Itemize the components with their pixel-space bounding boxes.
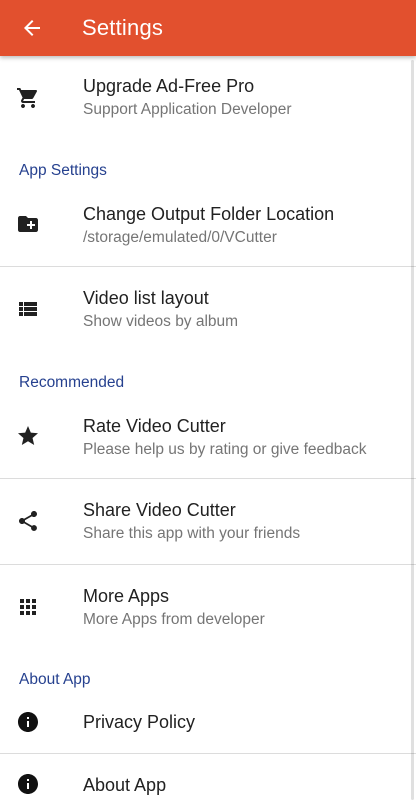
view-list-icon (16, 297, 40, 321)
upgrade-title: Upgrade Ad-Free Pro (83, 76, 255, 96)
info-icon (16, 772, 40, 796)
upgrade-pro-item[interactable]: Upgrade Ad-Free Pro Support Application … (0, 56, 416, 156)
rate-app-item[interactable]: Rate Video Cutter Please help us by rati… (0, 396, 416, 478)
video-list-layout-title: Video list layout (83, 288, 209, 308)
info-icon (16, 710, 40, 734)
output-folder-path: /storage/emulated/0/VCutter (83, 229, 277, 246)
section-header-app-settings: App Settings (19, 162, 107, 179)
privacy-policy-item[interactable]: Privacy Policy (0, 692, 416, 753)
share-icon (16, 509, 40, 533)
output-folder-item[interactable]: Change Output Folder Location /storage/e… (0, 184, 416, 266)
share-app-title: Share Video Cutter (83, 500, 236, 520)
apps-grid-icon (16, 595, 40, 619)
about-app-item[interactable]: About App (0, 754, 416, 800)
about-app-title: About App (83, 775, 167, 795)
scrollbar[interactable] (411, 60, 414, 800)
star-icon (16, 424, 40, 448)
more-apps-title: More Apps (83, 586, 170, 606)
rate-app-title: Rate Video Cutter (83, 416, 226, 436)
video-list-layout-value: Show videos by album (83, 313, 239, 330)
more-apps-item[interactable]: More Apps More Apps from developer (0, 565, 416, 661)
section-header-recommended: Recommended (19, 374, 125, 391)
more-apps-subtitle: More Apps from developer (83, 611, 265, 628)
rate-app-subtitle: Please help us by rating or give feedbac… (83, 441, 367, 458)
app-bar: Settings (0, 0, 416, 56)
upgrade-subtitle: Support Application Developer (83, 101, 292, 118)
share-app-item[interactable]: Share Video Cutter Share this app with y… (0, 479, 416, 564)
back-button[interactable] (4, 0, 60, 56)
share-app-subtitle: Share this app with your friends (83, 525, 301, 542)
section-header-about-app: About App (19, 671, 91, 688)
settings-list: Upgrade Ad-Free Pro Support Application … (0, 56, 416, 800)
video-list-layout-item[interactable]: Video list layout Show videos by album (0, 267, 416, 357)
page-title: Settings (82, 15, 164, 40)
arrow-back-icon (24, 20, 40, 36)
cart-icon (16, 86, 40, 110)
output-folder-title: Change Output Folder Location (83, 204, 335, 224)
privacy-policy-title: Privacy Policy (83, 712, 196, 732)
folder-add-icon (16, 212, 40, 236)
